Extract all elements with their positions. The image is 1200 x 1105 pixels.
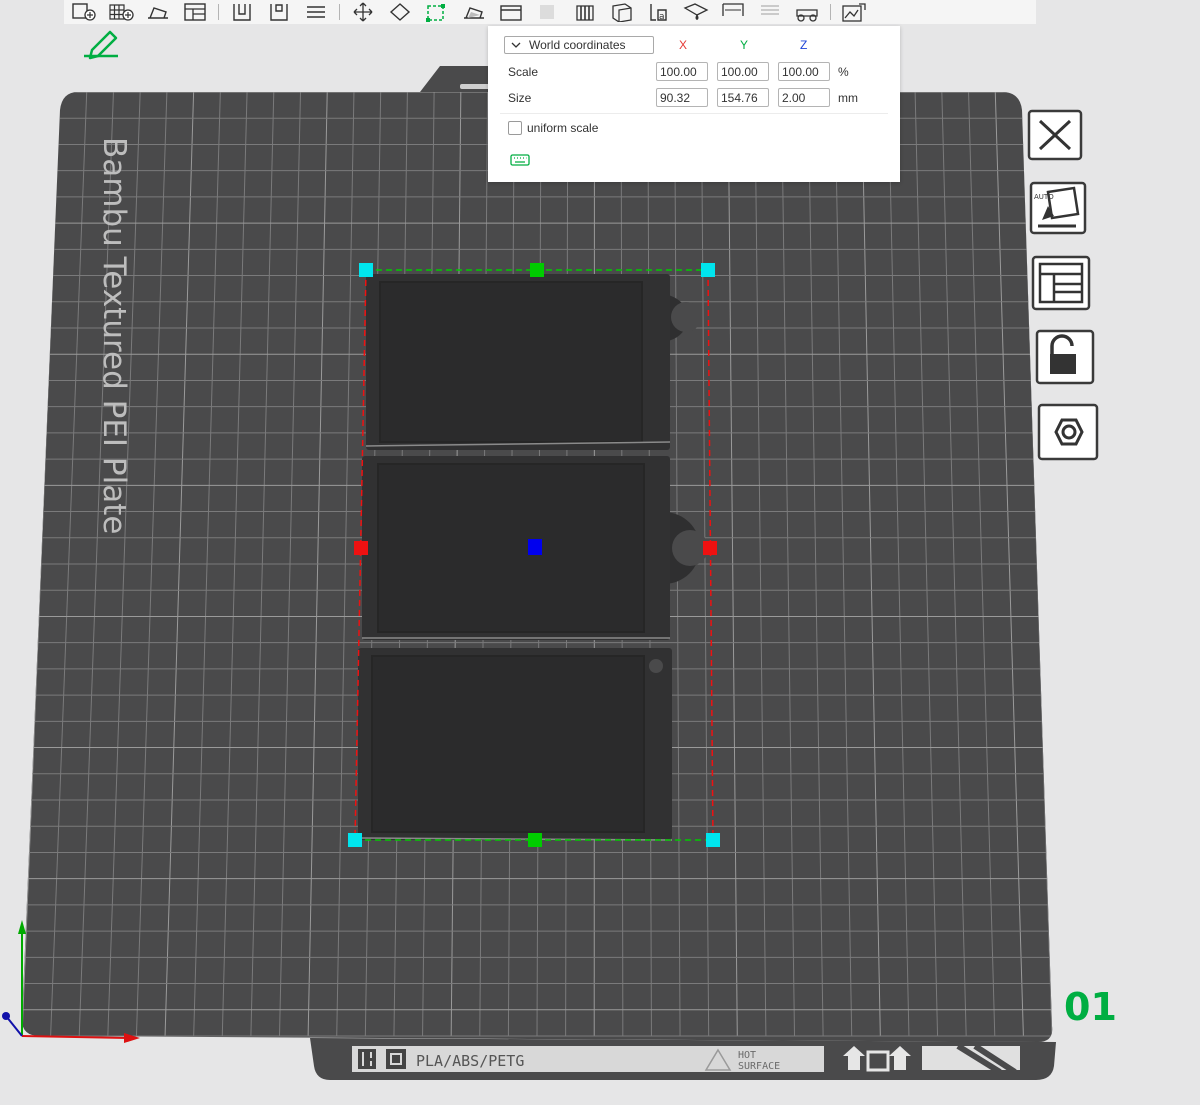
scale-handle-x[interactable] — [354, 541, 368, 555]
scale-icon[interactable] — [423, 1, 451, 23]
toolbar-separator — [218, 4, 219, 20]
move-icon[interactable] — [349, 1, 377, 23]
variable-layer-icon[interactable] — [793, 1, 821, 23]
axis-header-x: X — [679, 38, 688, 52]
close-icon[interactable] — [1026, 108, 1086, 164]
lay-on-face-icon[interactable] — [460, 1, 488, 23]
cut-icon[interactable] — [497, 1, 525, 23]
scale-handle-center[interactable] — [528, 539, 542, 555]
scale-handle-corner[interactable] — [359, 263, 373, 277]
add-plate-icon[interactable] — [70, 1, 98, 23]
hot-surface-line2: SURFACE — [738, 1061, 780, 1072]
axis-header-y: Y — [740, 38, 749, 52]
plate-settings-icon[interactable] — [1036, 402, 1102, 462]
scale-handle-y[interactable] — [530, 263, 544, 277]
color-paint-icon[interactable]: a — [645, 1, 673, 23]
scale-handle-corner[interactable] — [706, 833, 720, 847]
text-icon[interactable] — [608, 1, 636, 23]
measure-icon[interactable] — [682, 1, 710, 23]
arrange-layout-icon[interactable] — [1030, 254, 1094, 312]
scale-handle-corner[interactable] — [348, 833, 362, 847]
auto-orient-icon[interactable]: AUTO — [1028, 180, 1090, 238]
coordinate-system-dropdown[interactable]: World coordinates — [504, 36, 654, 54]
3d-viewport[interactable]: PLA/ABS/PETG HOT SURFACE Bambu Textured … — [0, 24, 1200, 1105]
scale-label: Scale — [508, 65, 539, 79]
svg-text:a: a — [659, 12, 665, 22]
svg-text:AUTO: AUTO — [1034, 193, 1054, 201]
toolbar-separator — [339, 4, 340, 20]
slice-plate-icon[interactable] — [840, 1, 868, 23]
scale-handle-y[interactable] — [528, 833, 542, 847]
scale-tool-panel: World coordinates X Y Z Scale % Size mm … — [488, 26, 900, 182]
rotate-icon[interactable] — [386, 1, 414, 23]
add-grid-icon[interactable] — [107, 1, 135, 23]
plate-name-label: Bambu Textured PEI Plate — [96, 137, 132, 534]
lock-plate-icon[interactable] — [1034, 328, 1098, 386]
toolbar-separator — [830, 4, 831, 20]
support-paint-icon — [534, 1, 562, 23]
size-y-input[interactable] — [717, 88, 769, 107]
seam-paint-icon[interactable] — [571, 1, 599, 23]
scale-unit: % — [838, 65, 849, 79]
split-objects-icon[interactable] — [228, 1, 256, 23]
chevron-down-icon — [511, 42, 521, 48]
scale-z-input[interactable] — [778, 62, 830, 81]
size-label: Size — [508, 91, 532, 105]
model-object-3[interactable] — [357, 648, 673, 841]
orient-icon[interactable] — [144, 1, 172, 23]
scale-x-input[interactable] — [656, 62, 708, 81]
keyboard-shortcuts-icon[interactable] — [510, 154, 530, 166]
size-z-input[interactable] — [778, 88, 830, 107]
axis-header-z: Z — [800, 38, 808, 52]
scale-handle-x[interactable] — [703, 541, 717, 555]
layers-icon[interactable] — [302, 1, 330, 23]
hot-surface-line1: HOT — [738, 1050, 756, 1061]
uniform-scale-checkbox[interactable] — [508, 121, 522, 135]
size-x-input[interactable] — [656, 88, 708, 107]
plate-material-label: PLA/ABS/PETG — [416, 1052, 524, 1070]
arrange-icon[interactable] — [181, 1, 209, 23]
coordinate-system-value: World coordinates — [529, 38, 626, 52]
model-object-1[interactable] — [365, 274, 701, 450]
size-unit: mm — [838, 91, 858, 105]
top-toolbar: a — [64, 0, 1036, 24]
split-parts-icon[interactable] — [265, 1, 293, 23]
assembly-icon[interactable] — [719, 1, 747, 23]
scale-handle-corner[interactable] — [701, 263, 715, 277]
plate-number[interactable]: 01 — [1064, 985, 1117, 1029]
boolean-icon — [756, 1, 784, 23]
edit-pencil-icon[interactable] — [84, 30, 118, 60]
uniform-scale-label: uniform scale — [527, 121, 599, 135]
scale-y-input[interactable] — [717, 62, 769, 81]
panel-divider — [500, 113, 888, 114]
